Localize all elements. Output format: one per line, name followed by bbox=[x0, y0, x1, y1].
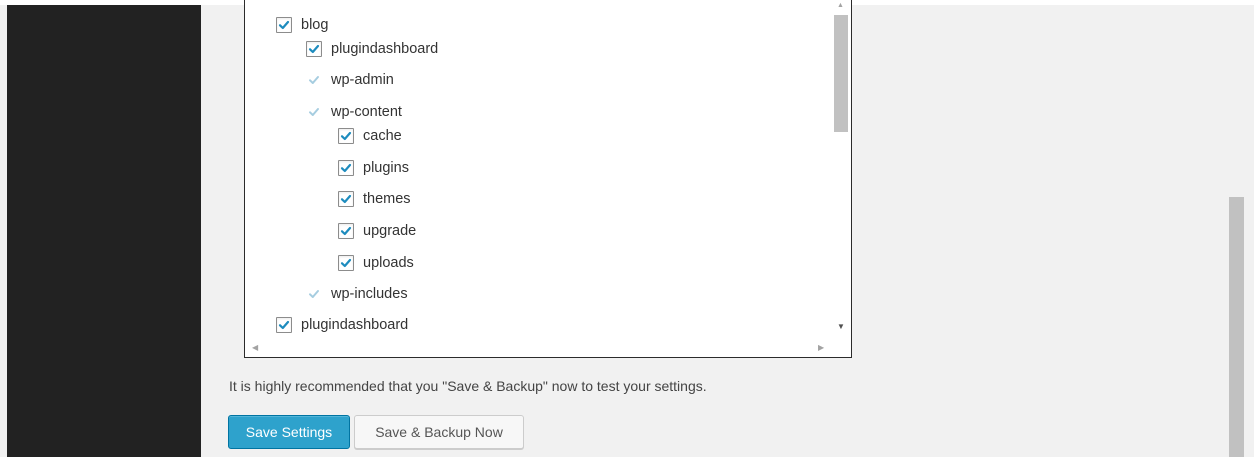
tree-item-label: blog bbox=[301, 17, 329, 33]
tree-item-label: wp-includes bbox=[331, 286, 408, 302]
directory-tree: blog plugindashboard wp-admin wp-content… bbox=[244, 0, 852, 358]
tree-horizontal-scrollbar[interactable]: ◀ ▶ bbox=[245, 340, 832, 357]
tree-item-label: themes bbox=[363, 191, 411, 207]
save-backup-now-button[interactable]: Save & Backup Now bbox=[354, 415, 524, 449]
tree-vertical-scroll-thumb[interactable] bbox=[834, 15, 848, 132]
scroll-right-arrow-icon[interactable]: ▶ bbox=[818, 343, 824, 352]
admin-sidebar bbox=[7, 5, 201, 457]
backup-recommendation-text: It is highly recommended that you "Save … bbox=[229, 378, 707, 394]
tree-item-blog[interactable]: blog bbox=[276, 13, 328, 37]
tree-item-label: upgrade bbox=[363, 223, 417, 239]
tree-item-plugindashboard-root[interactable]: plugindashboard bbox=[276, 313, 408, 337]
checkmark-light-icon[interactable] bbox=[306, 72, 322, 88]
scroll-down-arrow-icon[interactable]: ▼ bbox=[837, 322, 845, 331]
checkbox-checked-icon[interactable] bbox=[338, 128, 354, 144]
checkbox-checked-icon[interactable] bbox=[338, 160, 354, 176]
scroll-up-arrow-icon[interactable]: ▲ bbox=[837, 2, 844, 9]
tree-item-uploads[interactable]: uploads bbox=[338, 251, 414, 275]
tree-item-plugindashboard[interactable]: plugindashboard bbox=[306, 37, 438, 61]
page-scroll-thumb[interactable] bbox=[1229, 197, 1244, 457]
tree-item-wp-admin[interactable]: wp-admin bbox=[306, 68, 394, 92]
tree-item-label: uploads bbox=[363, 255, 414, 271]
tree-item-label: plugindashboard bbox=[301, 317, 409, 333]
tree-item-wp-content[interactable]: wp-content bbox=[306, 100, 402, 124]
checkbox-checked-icon[interactable] bbox=[306, 41, 322, 57]
tree-item-plugins[interactable]: plugins bbox=[338, 156, 409, 180]
tree-item-label: cache bbox=[363, 128, 402, 144]
tree-item-wp-includes[interactable]: wp-includes bbox=[306, 282, 408, 306]
checkbox-checked-icon[interactable] bbox=[276, 17, 292, 33]
scroll-left-arrow-icon[interactable]: ◀ bbox=[252, 343, 258, 352]
checkbox-checked-icon[interactable] bbox=[338, 223, 354, 239]
checkmark-light-icon[interactable] bbox=[306, 104, 322, 120]
checkbox-checked-icon[interactable] bbox=[338, 191, 354, 207]
tree-item-cache[interactable]: cache bbox=[338, 124, 402, 148]
tree-item-label: wp-admin bbox=[331, 72, 394, 88]
tree-item-label: wp-content bbox=[331, 104, 402, 120]
tree-item-label: plugins bbox=[363, 160, 409, 176]
tree-item-upgrade[interactable]: upgrade bbox=[338, 219, 416, 243]
tree-vertical-scrollbar[interactable]: ▲ ▼ bbox=[832, 0, 849, 340]
save-settings-button[interactable]: Save Settings bbox=[228, 415, 350, 449]
checkbox-checked-icon[interactable] bbox=[338, 255, 354, 271]
checkbox-checked-icon[interactable] bbox=[276, 317, 292, 333]
checkmark-light-icon[interactable] bbox=[306, 286, 322, 302]
tree-item-label: plugindashboard bbox=[331, 41, 439, 57]
tree-item-themes[interactable]: themes bbox=[338, 187, 411, 211]
